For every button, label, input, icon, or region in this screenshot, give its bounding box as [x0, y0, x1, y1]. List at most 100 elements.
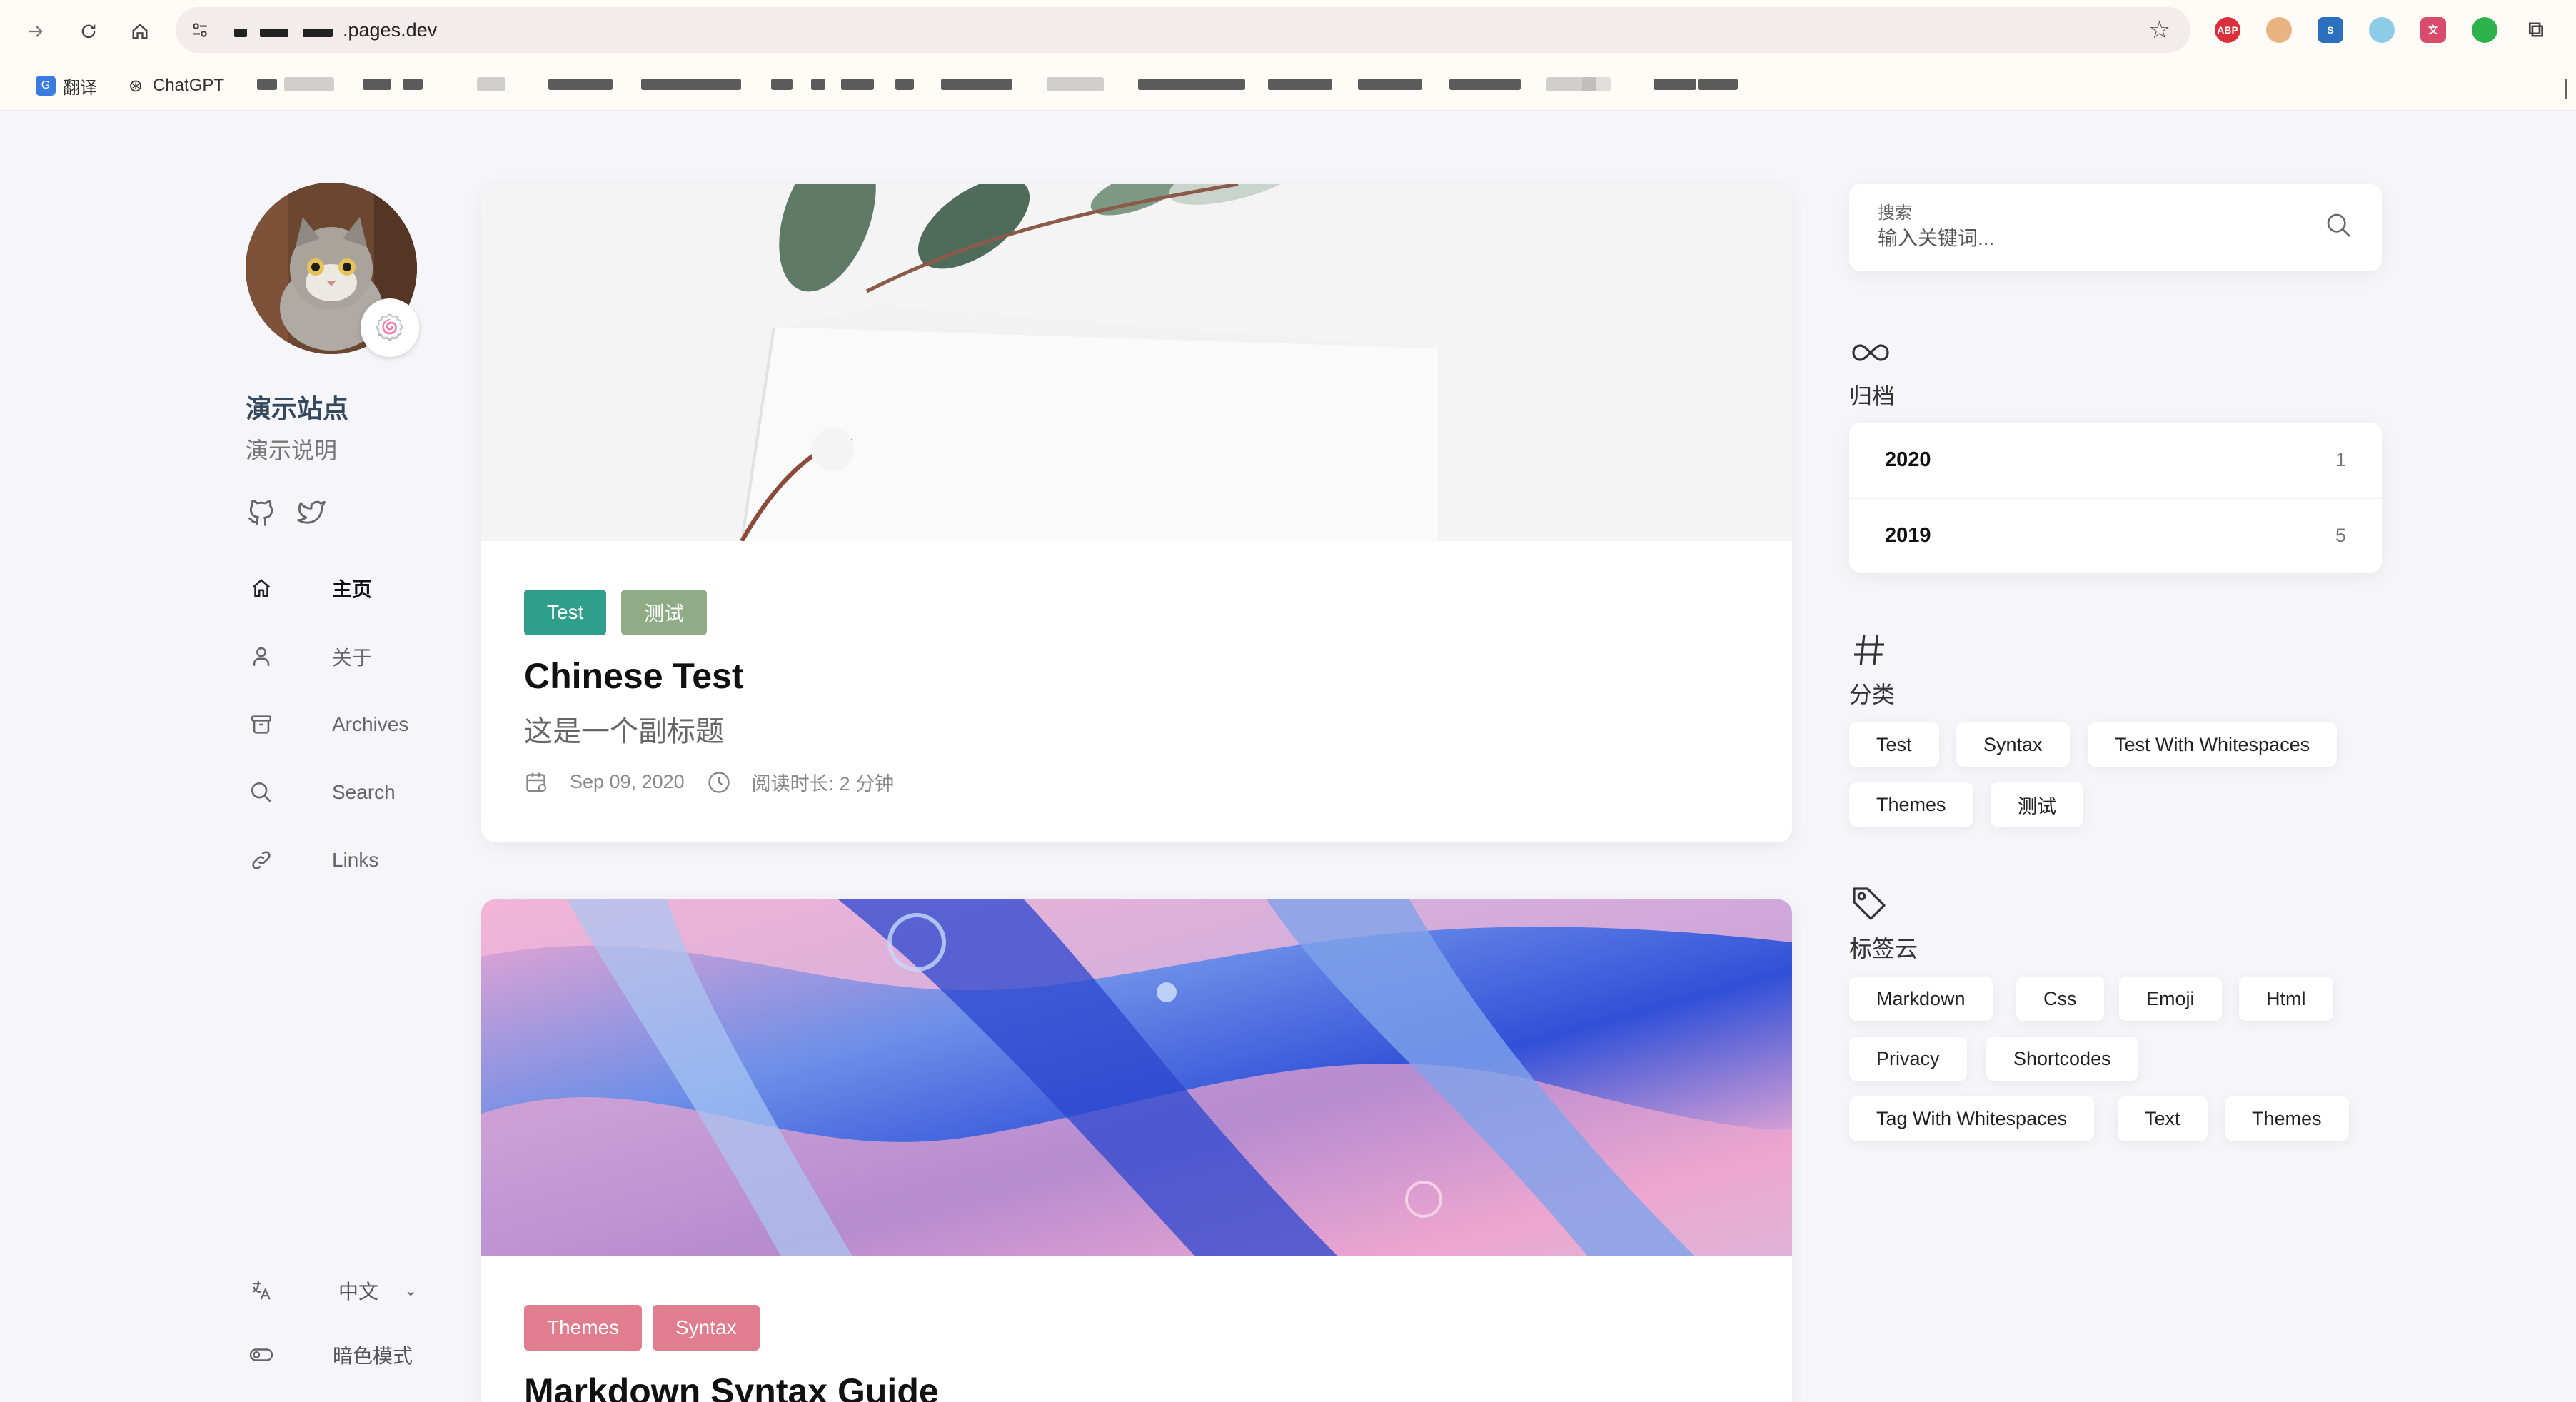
- redacted-bookmark[interactable]: [1582, 77, 1611, 91]
- menu-item-about[interactable]: 关于: [246, 635, 460, 678]
- read-time: 阅读时长: 2 分钟: [751, 773, 895, 795]
- tag-pill[interactable]: Html: [2239, 977, 2333, 1021]
- menu-label: 主页: [332, 578, 373, 600]
- search-widget: 搜索: [1849, 184, 2382, 271]
- menu-item-home[interactable]: 主页: [246, 567, 460, 610]
- post-date: Sep 09, 2020: [570, 771, 685, 792]
- post-title[interactable]: Markdown Syntax Guide: [524, 1371, 939, 1402]
- tag-pill[interactable]: Css: [2016, 977, 2104, 1021]
- redacted-bookmark[interactable]: [1138, 79, 1245, 90]
- archive-year-row[interactable]: 2019 5: [1849, 498, 2382, 573]
- category-pill[interactable]: Test With Whitespaces: [2088, 722, 2338, 767]
- post-card[interactable]: Test 测试 Chinese Test 这是一个副标题 Sep 09, 202…: [481, 184, 1792, 842]
- menu-label: Search: [332, 781, 396, 803]
- tag-pill[interactable]: Tag With Whitespaces: [1849, 1096, 2095, 1141]
- redacted-bookmark[interactable]: [771, 79, 793, 90]
- redacted-bookmark[interactable]: [1654, 79, 1696, 90]
- redacted-bookmark[interactable]: [941, 79, 1012, 90]
- twitter-icon[interactable]: [296, 497, 327, 528]
- site-description: 演示说明: [246, 438, 338, 463]
- category-pill[interactable]: Syntax: [1956, 722, 2070, 767]
- redacted-bookmark[interactable]: [641, 79, 741, 90]
- post-meta: Sep 09, 2020 阅读时长: 2 分钟: [524, 768, 894, 796]
- tag-pill[interactable]: Text: [2118, 1096, 2208, 1141]
- category-pill[interactable]: 测试: [1991, 782, 2083, 827]
- bookmark-star-icon[interactable]: ☆: [2149, 16, 2170, 44]
- tag-pill[interactable]: Markdown: [1849, 977, 1993, 1021]
- archive-year: 2020: [1885, 448, 1931, 471]
- tag-pill[interactable]: Privacy: [1849, 1037, 1967, 1081]
- redacted-bookmark[interactable]: [284, 77, 334, 91]
- redacted-bookmark[interactable]: [1358, 79, 1422, 90]
- redacted-bookmark[interactable]: [1047, 77, 1104, 91]
- bookmark-chatgpt[interactable]: ⊛ ChatGPT: [126, 71, 224, 100]
- url-redaction: [303, 29, 333, 37]
- redacted-bookmark[interactable]: [1449, 79, 1521, 90]
- menu-item-archives[interactable]: Archives: [246, 703, 460, 746]
- extension-icon[interactable]: S: [2318, 17, 2343, 43]
- avatar-emoji-badge: 🍥: [361, 298, 419, 357]
- language-icon: [246, 1275, 277, 1306]
- tag-pill[interactable]: Emoji: [2119, 977, 2222, 1021]
- redacted-bookmark[interactable]: [1698, 79, 1738, 90]
- hashtag-icon: [1849, 630, 1889, 670]
- address-bar[interactable]: .pages.dev ☆: [176, 7, 2190, 53]
- redacted-bookmark[interactable]: [477, 77, 505, 91]
- tag-pill[interactable]: Shortcodes: [1986, 1037, 2138, 1081]
- post-title[interactable]: Chinese Test: [524, 655, 744, 697]
- translate-extension-icon[interactable]: 文: [2420, 17, 2446, 43]
- category-tag[interactable]: Test: [524, 590, 607, 635]
- category-tag[interactable]: 测试: [621, 590, 708, 635]
- category-tag[interactable]: Themes: [524, 1305, 643, 1351]
- archive-year-row[interactable]: 2020 1: [1849, 423, 2382, 498]
- archives-list: 2020 1 2019 5: [1849, 423, 2382, 573]
- archive-count: 1: [2335, 449, 2346, 470]
- category-pill[interactable]: Test: [1849, 722, 1939, 767]
- redacted-bookmark[interactable]: [895, 79, 914, 90]
- redacted-bookmark[interactable]: [363, 79, 391, 90]
- more-bookmarks-icon[interactable]: |: [2563, 76, 2569, 100]
- clock-icon: [706, 770, 732, 795]
- language-selector[interactable]: 中文 ⌄: [246, 1271, 460, 1311]
- chatgpt-icon: ⊛: [128, 76, 144, 96]
- forward-icon[interactable]: [20, 16, 51, 47]
- extension-icon[interactable]: [2369, 17, 2395, 43]
- search-label: 搜索: [1878, 203, 1912, 223]
- post-cover-image[interactable]: [481, 184, 1792, 543]
- category-tag[interactable]: Syntax: [653, 1305, 760, 1351]
- menu-item-search[interactable]: Search: [246, 771, 460, 814]
- evernote-extension-icon[interactable]: [2472, 17, 2497, 43]
- bookmarks-bar: G 翻译 ⊛ ChatGPT |: [0, 61, 2576, 111]
- url-text[interactable]: .pages.dev: [343, 17, 437, 43]
- extensions-puzzle-icon[interactable]: ⧉: [2523, 17, 2549, 43]
- tag-pill[interactable]: Themes: [2225, 1096, 2349, 1141]
- redacted-bookmark[interactable]: [811, 79, 825, 90]
- categories-widget-title: 分类: [1849, 682, 1896, 707]
- redacted-bookmark[interactable]: [1268, 79, 1332, 90]
- dark-mode-label: 暗色模式: [333, 1345, 413, 1367]
- redacted-bookmark[interactable]: [403, 79, 423, 90]
- post-cover-image[interactable]: [481, 899, 1792, 1256]
- category-pill[interactable]: Themes: [1849, 782, 1973, 827]
- reload-icon[interactable]: [73, 16, 104, 47]
- github-icon[interactable]: [246, 497, 277, 528]
- redacted-bookmark[interactable]: [841, 79, 874, 90]
- menu-item-links[interactable]: Links: [246, 839, 460, 882]
- adblock-extension-icon[interactable]: ABP: [2215, 17, 2240, 43]
- bookmark-translate[interactable]: G 翻译: [36, 71, 97, 100]
- browser-toolbar: .pages.dev ☆ ABP S 文 ⧉: [0, 0, 2576, 61]
- redacted-bookmark[interactable]: [257, 79, 277, 90]
- search-input[interactable]: [1878, 224, 2306, 253]
- site-info-icon[interactable]: [186, 16, 214, 44]
- language-label: 中文: [338, 1281, 379, 1303]
- home-icon[interactable]: [124, 16, 156, 47]
- search-icon[interactable]: [2325, 211, 2356, 243]
- translate-icon: G: [36, 76, 56, 96]
- redacted-bookmark[interactable]: [548, 79, 613, 90]
- archive-count: 5: [2335, 525, 2346, 546]
- extension-icon[interactable]: [2266, 17, 2292, 43]
- dark-mode-toggle[interactable]: 暗色模式: [246, 1335, 460, 1375]
- post-card[interactable]: Themes Syntax Markdown Syntax Guide: [481, 899, 1792, 1402]
- url-redaction: [260, 29, 288, 37]
- post-subtitle: 这是一个副标题: [524, 716, 724, 747]
